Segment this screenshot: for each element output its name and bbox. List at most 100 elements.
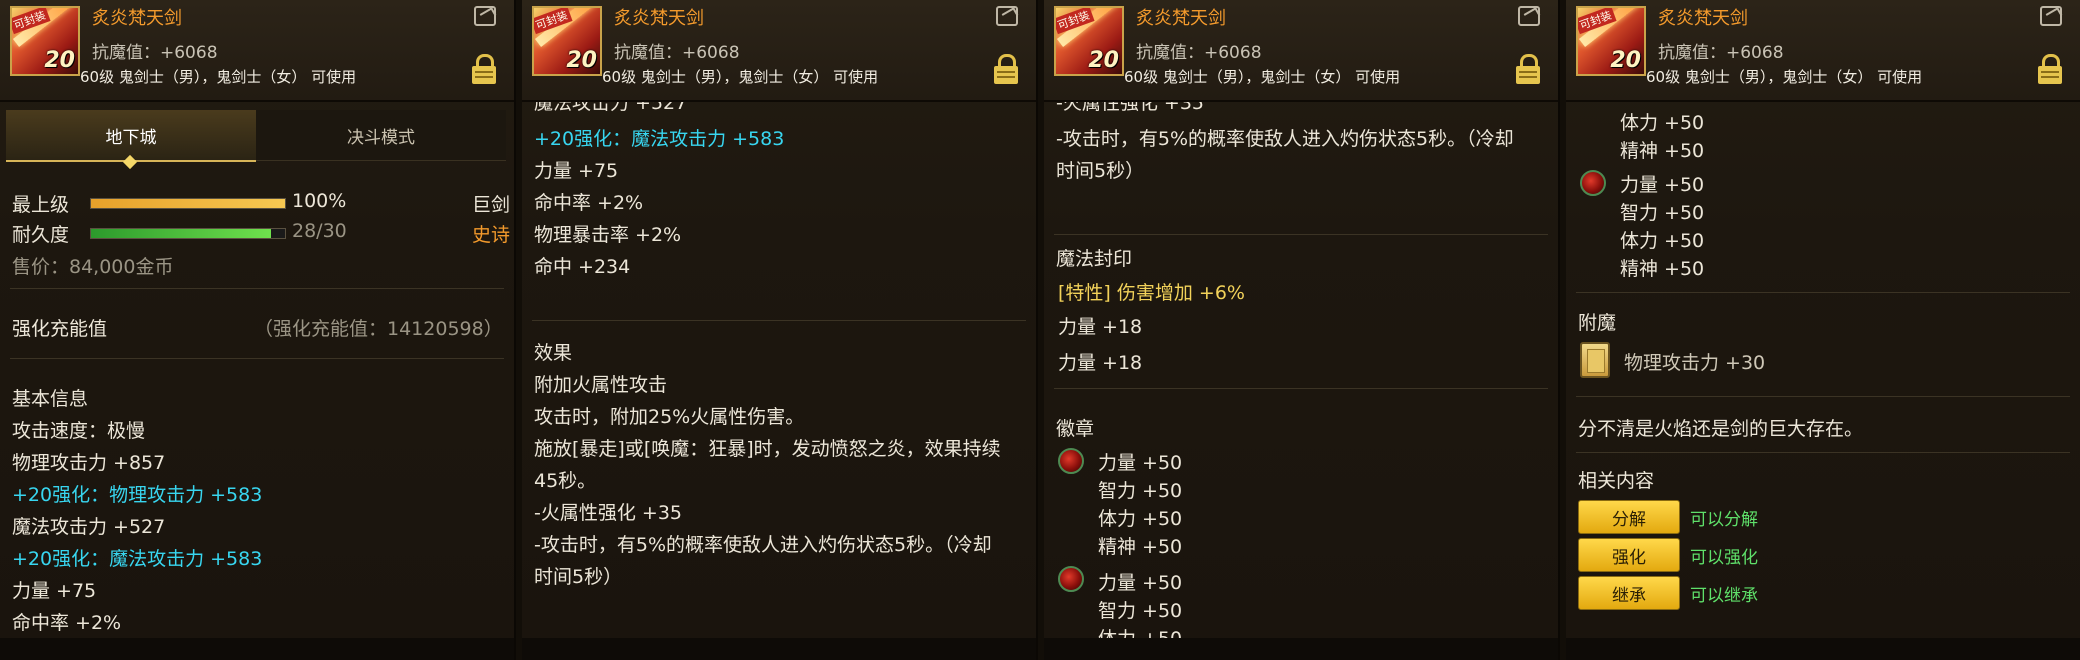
share-icon[interactable] [474,6,496,26]
enchant-value: 物理攻击力 +30 [1624,352,1766,374]
item-icon[interactable]: 可封装 20 [1576,6,1646,76]
stat-line: 物理攻击力 +857 [12,452,166,474]
related-title: 相关内容 [1578,470,1655,492]
emblem-icon[interactable] [1058,566,1084,592]
tooltip-body: 地下城 决斗模式 最上级 100% 巨剑 耐久度 28/30 史诗 售价：84,… [0,102,514,638]
stat-line: +20强化：魔法攻击力 +583 [534,128,785,150]
reinforce-label: 强化充能值 [12,318,108,340]
emblem-stat: 体力 +50 [1098,508,1183,530]
enchant-card-icon[interactable] [1580,342,1610,378]
disassemble-button[interactable]: 分解 [1578,500,1680,534]
effect-title: 效果 [534,342,573,364]
tab-pvp[interactable]: 决斗模式 [256,110,506,161]
emblem-stat: 精神 +50 [1620,258,1705,280]
action-desc: 可以强化 [1690,548,1758,568]
mode-tabs: 地下城 决斗模式 [6,110,506,162]
effect-line: -火属性强化 +35 [534,502,682,524]
lock-icon[interactable] [1516,54,1540,86]
lock-icon[interactable] [472,54,496,86]
stat-line: 物理暴击率 +2% [534,224,682,246]
effect-line: 攻击时，附加25%火属性伤害。 [534,406,805,428]
icon-level: 20 [44,48,75,73]
stat-line: 命中率 +2% [534,192,644,214]
effect-line: 施放[暴走]或[唤魔：狂暴]时，发动愤怒之炎，效果持续 [534,438,1001,460]
reinforce-value: （强化充能值：14120598） [254,318,503,340]
emblem-stat: 体力 +50 [1620,112,1705,134]
anti-magic-value: 抗魔值：+6068 [1658,43,1784,63]
stat-line: 命中 +234 [534,256,631,278]
effect-line: 时间5秒） [1056,160,1145,182]
item-requirement: 60级 鬼剑士（男），鬼剑士（女） 可使用 [80,68,357,86]
share-icon[interactable] [2040,6,2062,26]
lock-icon[interactable] [994,54,1018,86]
emblem-stat: 力量 +50 [1098,452,1183,474]
emblem-stat: 力量 +50 [1620,174,1705,196]
stat-line: 攻击速度：极慢 [12,420,146,442]
emblem-stat: 智力 +50 [1098,480,1183,502]
grade-bar-fill [91,199,285,208]
stat-line: +20强化：魔法攻击力 +583 [12,548,263,570]
share-icon[interactable] [1518,6,1540,26]
emblem-stat: 精神 +50 [1620,140,1705,162]
durability-bar [90,228,286,239]
durability-bar-fill [91,229,272,238]
item-icon[interactable]: 可封装 20 [532,6,602,76]
stat-line: 魔法攻击力 +527 [534,102,688,114]
grade-bar [90,198,286,209]
icon-level: 20 [1610,48,1641,73]
rarity-label: 史诗 [472,224,511,246]
seal-title: 魔法封印 [1056,248,1133,270]
reinforce-button[interactable]: 强化 [1578,538,1680,572]
grade-value: 100% [292,190,347,212]
tooltip-panel-2: 可封装 20 炙炎梵天剑 抗魔值：+6068 60级 鬼剑士（男），鬼剑士（女）… [522,0,1038,660]
tooltip-panel-1: 可封装 20 炙炎梵天剑 抗魔值：+6068 60级 鬼剑士（男），鬼剑士（女）… [0,0,516,660]
emblem-stat: 体力 +50 [1620,230,1705,252]
effect-line: -火属性强化 +35 [1056,102,1204,114]
effect-line: 附加火属性攻击 [534,374,668,396]
divider [10,358,504,359]
enchant-title: 附魔 [1578,312,1617,334]
item-icon[interactable]: 可封装 20 [10,6,80,76]
basic-info-title: 基本信息 [12,388,89,410]
tooltip-body: 魔法攻击力 +527 +20强化：魔法攻击力 +583 力量 +75 命中率 +… [522,102,1036,638]
divider [1054,388,1548,389]
emblem-icon[interactable] [1058,448,1084,474]
grade-label: 最上级 [12,194,70,216]
lock-icon[interactable] [2038,54,2062,86]
seal-trait: [特性] 伤害增加 +6% [1058,282,1245,304]
item-name: 炙炎梵天剑 [614,8,704,29]
tooltip-body: -火属性强化 +35 -攻击时，有5%的概率使敌人进入灼伤状态5秒。（冷却 时间… [1044,102,1558,638]
emblem-stat: 力量 +50 [1098,572,1183,594]
item-icon[interactable]: 可封装 20 [1054,6,1124,76]
anti-magic-value: 抗魔值：+6068 [92,43,218,63]
icon-level: 20 [566,48,597,73]
divider [1576,452,2070,453]
item-header: 可封装 20 炙炎梵天剑 抗魔值：+6068 60级 鬼剑士（男），鬼剑士（女）… [1044,0,1558,102]
item-name: 炙炎梵天剑 [1658,8,1748,29]
anti-magic-value: 抗魔值：+6068 [614,43,740,63]
item-requirement: 60级 鬼剑士（男），鬼剑士（女） 可使用 [1646,68,1923,86]
item-name: 炙炎梵天剑 [92,8,182,29]
emblem-stat: 智力 +50 [1620,202,1705,224]
emblem-title: 徽章 [1056,418,1095,440]
effect-line: -攻击时，有5%的概率使敌人进入灼伤状态5秒。（冷却 [1056,128,1514,150]
action-desc: 可以分解 [1690,510,1758,530]
emblem-stat: 精神 +50 [1098,536,1183,558]
emblem-icon[interactable] [1580,170,1606,196]
icon-level: 20 [1088,48,1119,73]
durability-label: 耐久度 [12,224,70,246]
item-requirement: 60级 鬼剑士（男），鬼剑士（女） 可使用 [602,68,879,86]
item-name: 炙炎梵天剑 [1136,8,1226,29]
effect-line: 45秒。 [534,470,597,492]
share-icon[interactable] [996,6,1018,26]
stat-line: 力量 +75 [12,580,97,602]
divider [1576,292,2070,293]
tooltip-panel-4: 可封装 20 炙炎梵天剑 抗魔值：+6068 60级 鬼剑士（男），鬼剑士（女）… [1566,0,2080,660]
item-requirement: 60级 鬼剑士（男），鬼剑士（女） 可使用 [1124,68,1401,86]
divider [1576,396,2070,397]
tab-dungeon[interactable]: 地下城 [6,110,256,162]
divider [10,288,504,289]
item-header: 可封装 20 炙炎梵天剑 抗魔值：+6068 60级 鬼剑士（男），鬼剑士（女）… [0,0,514,102]
stat-line: +20强化：物理攻击力 +583 [12,484,263,506]
inherit-button[interactable]: 继承 [1578,576,1680,610]
